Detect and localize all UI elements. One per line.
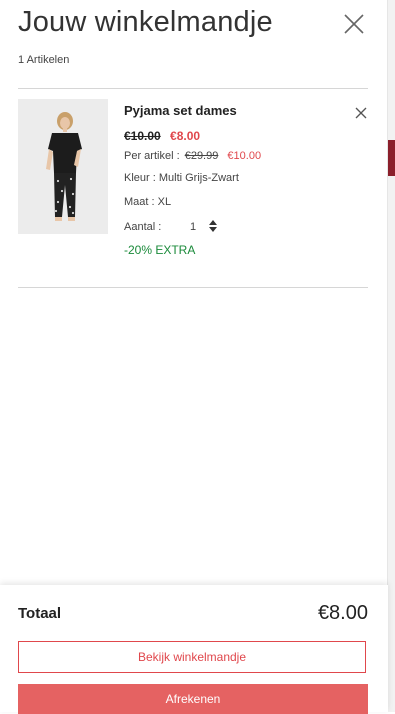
cart-drawer: Jouw winkelmandje 1 Artikelen Pyjama set… [0, 0, 388, 714]
product-image[interactable] [18, 99, 108, 234]
unit-price-label: Per artikel : [124, 150, 180, 162]
cart-footer: Totaal €8.00 Bekijk winkelmandje Afreken… [0, 585, 388, 714]
page-edge [387, 0, 395, 712]
product-name[interactable]: Pyjama set dames [124, 103, 237, 118]
color-info: Kleur : Multi Grijs-Zwart [124, 172, 239, 184]
size-info: Maat : XL [124, 196, 172, 208]
total-label: Totaal [18, 605, 62, 622]
divider-bottom [18, 287, 368, 288]
total-value: €8.00 [317, 602, 368, 624]
quantity-stepper[interactable] [208, 219, 218, 233]
close-button[interactable] [340, 10, 368, 38]
quantity-stepper-icon [209, 220, 217, 232]
checkout-button[interactable]: Afrekenen [18, 684, 368, 714]
quantity-label: Aantal : [124, 221, 162, 233]
quantity-value: 1 [190, 221, 197, 233]
divider-top [18, 88, 368, 89]
unit-price-row: Per artikel : €29.99 €10.00 [124, 150, 261, 162]
cart-title: Jouw winkelmandje [18, 6, 273, 38]
new-price: €8.00 [170, 129, 201, 143]
price-row: €10.00 €8.00 [124, 129, 200, 143]
remove-item-icon [355, 107, 367, 119]
old-price: €10.00 [124, 129, 161, 143]
remove-item-button[interactable] [354, 106, 368, 120]
page-edge-accent [388, 140, 395, 176]
promo-label: -20% EXTRA [124, 243, 196, 257]
view-cart-button[interactable]: Bekijk winkelmandje [18, 641, 366, 673]
product-photo [18, 99, 108, 234]
unit-new-price: €10.00 [227, 150, 262, 162]
close-icon [344, 14, 364, 34]
item-count: 1 Artikelen [18, 54, 70, 66]
unit-old-price: €29.99 [184, 150, 219, 162]
